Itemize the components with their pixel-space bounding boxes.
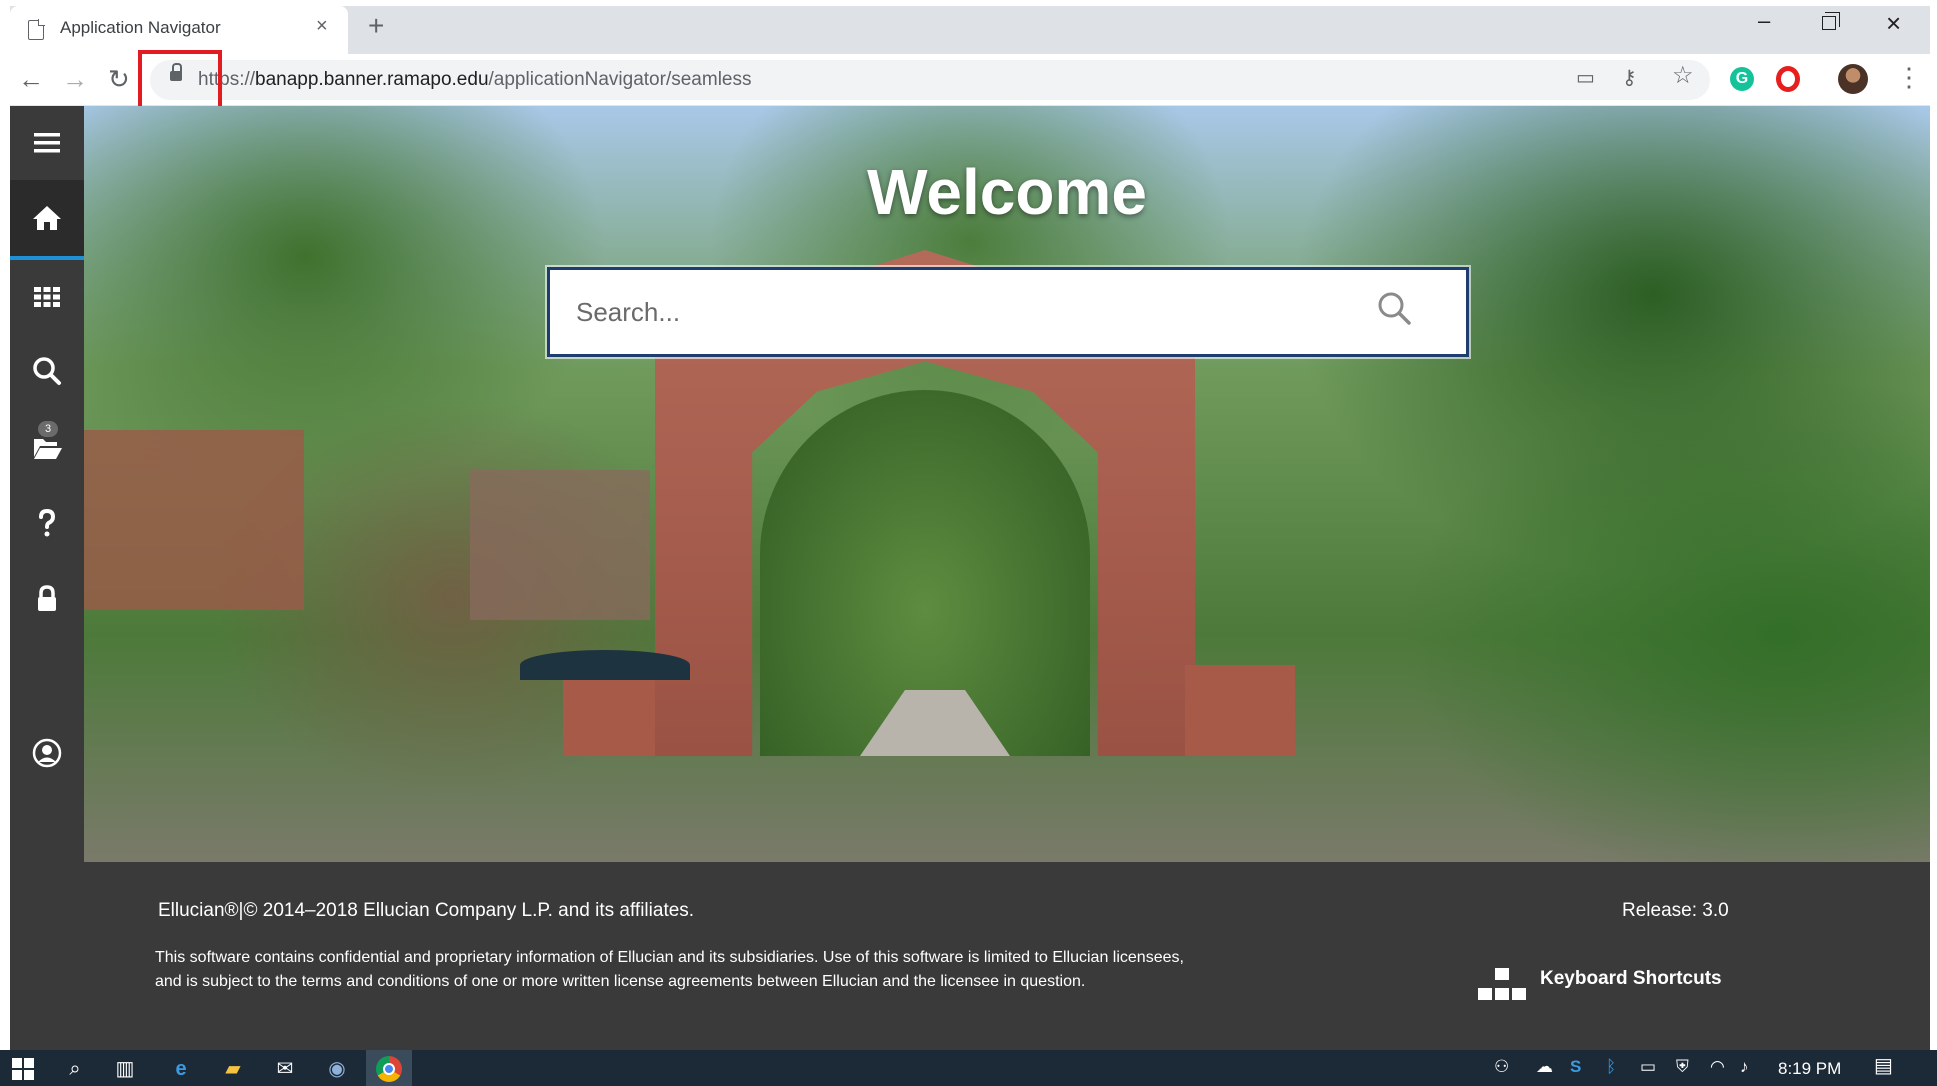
people-icon[interactable]: ⚇ [1494, 1058, 1509, 1075]
hamburger-menu-button[interactable] [10, 106, 84, 180]
building-image [84, 430, 304, 610]
battery-icon[interactable]: ▭ [1640, 1058, 1656, 1075]
action-center-icon[interactable]: ▤ [1874, 1056, 1893, 1076]
chrome-icon[interactable] [376, 1056, 402, 1082]
sidebar-item-search[interactable] [10, 334, 84, 408]
legal-notice: This software contains confidential and … [155, 949, 1184, 990]
key-icon[interactable]: ⚷ [1622, 68, 1637, 88]
release-version: Release: 3.0 [1622, 900, 1729, 921]
volume-icon[interactable]: ♪ [1740, 1058, 1749, 1075]
sidebar-item-user-profile[interactable] [10, 716, 84, 790]
reload-icon[interactable]: ↻ [108, 66, 130, 92]
restore-window-button[interactable] [1822, 12, 1840, 30]
lock-icon [38, 585, 56, 611]
building-image [470, 470, 650, 620]
sidebar-item-applications[interactable] [10, 260, 84, 334]
page-title: Welcome [867, 156, 1147, 228]
grammarly-extension-icon[interactable]: G [1730, 67, 1754, 91]
copyright-text: Ellucian®|© 2014–2018 Ellucian Company L… [158, 900, 695, 921]
sidebar-item-help[interactable] [10, 486, 84, 560]
file-explorer-icon[interactable]: ▰ [220, 1056, 246, 1082]
tab-title: Application Navigator [60, 18, 221, 37]
wifi-icon[interactable]: ◠ [1710, 1058, 1725, 1075]
security-icon[interactable]: ⛨ [1676, 1058, 1689, 1075]
sidebar-item-home[interactable] [10, 180, 84, 260]
app-icon[interactable]: ◉ [324, 1056, 350, 1082]
home-icon [33, 206, 61, 230]
mail-icon[interactable]: ✉ [272, 1056, 298, 1082]
grid-icon [34, 287, 60, 307]
browser-menu-icon[interactable]: ⋮ [1896, 64, 1922, 90]
opera-extension-icon[interactable] [1776, 66, 1800, 92]
minimize-window-button[interactable]: – [1758, 8, 1770, 34]
search-icon[interactable]: ⌕ [62, 1056, 88, 1082]
umbrella-image [520, 650, 690, 680]
windows-start-icon[interactable] [12, 1058, 34, 1080]
search-input[interactable] [574, 285, 1354, 339]
cast-icon[interactable]: ▭ [1576, 68, 1595, 88]
edge-browser-icon[interactable]: e [168, 1056, 194, 1082]
document-icon [28, 19, 45, 40]
avatar[interactable] [1838, 64, 1868, 94]
search-icon [33, 357, 61, 385]
hamburger-icon [34, 133, 60, 153]
help-icon [39, 508, 56, 537]
close-tab-icon[interactable]: × [316, 16, 328, 36]
task-view-icon[interactable]: ▥ [112, 1056, 138, 1082]
back-arrow-icon[interactable]: ← [18, 66, 44, 92]
skype-icon[interactable]: S [1570, 1058, 1581, 1075]
keyboard-shortcuts-icon[interactable] [1476, 966, 1528, 1004]
brick-wall-image [1185, 665, 1295, 756]
taskbar-clock[interactable]: 8:19 PM [1778, 1059, 1841, 1079]
bluetooth-icon[interactable]: ᛒ [1606, 1058, 1616, 1075]
bookmark-star-icon[interactable]: ☆ [1672, 64, 1694, 88]
keyboard-shortcuts-link[interactable]: Keyboard Shortcuts [1540, 968, 1722, 990]
forward-arrow-icon[interactable]: → [62, 66, 88, 92]
notification-badge: 3 [38, 421, 58, 437]
new-tab-button[interactable]: + [368, 12, 384, 40]
user-icon [32, 738, 62, 768]
sidebar-item-sign-out[interactable] [10, 562, 84, 636]
onedrive-icon[interactable]: ☁ [1536, 1058, 1553, 1075]
close-window-button[interactable]: × [1886, 10, 1901, 36]
search-icon[interactable] [1376, 290, 1412, 326]
url-text[interactable]: https://banapp.banner.ramapo.edu/applica… [198, 69, 751, 91]
